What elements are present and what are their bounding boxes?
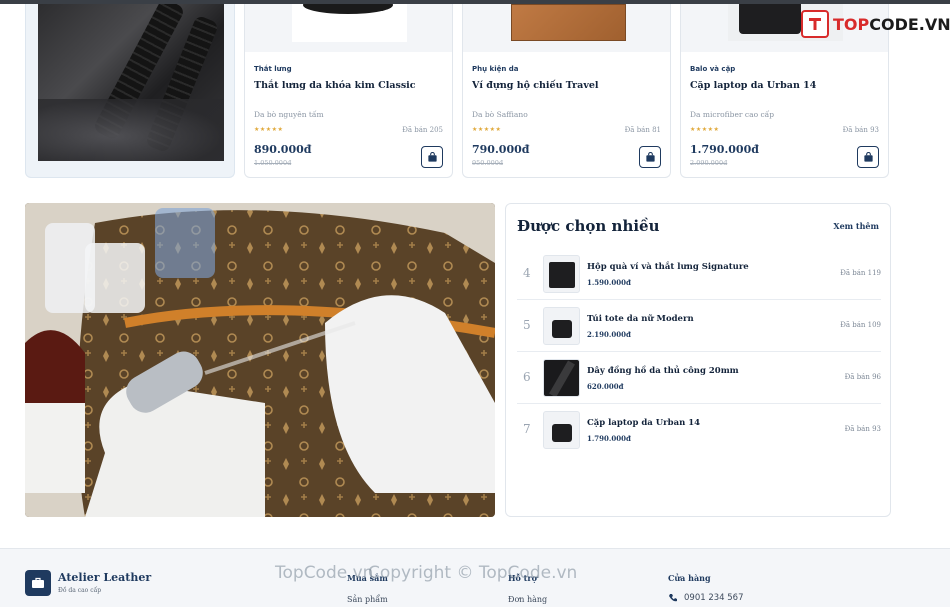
popular-rank: 5 — [523, 318, 531, 332]
popular-rank: 6 — [523, 370, 531, 384]
product-price: 1.790.000đ — [690, 143, 759, 156]
footer-tagline: Đồ da cao cấp — [58, 587, 102, 594]
popular-item[interactable]: 7 Cặp laptop da Urban 14 1.790.000đ Đã b… — [517, 404, 881, 456]
product-price: 790.000đ — [472, 143, 530, 156]
site-footer: Atelier Leather Đồ da cao cấp Mua sắm Sả… — [0, 548, 950, 607]
footer-link-orders[interactable]: Đơn hàng — [508, 595, 547, 604]
popular-sold: Đã bán 93 — [844, 425, 881, 433]
popular-sold: Đã bán 119 — [840, 269, 881, 277]
rating-stars: ★★★★★ — [254, 126, 284, 133]
rating-stars: ★★★★★ — [690, 126, 720, 133]
popular-rank: 7 — [523, 422, 531, 436]
popular-price: 620.000đ — [587, 382, 624, 391]
watermark-text-center: Copyright © TopCode.vn — [368, 563, 578, 583]
watch-strap-image — [38, 4, 224, 161]
product-name[interactable]: Cặp laptop da Urban 14 — [690, 80, 816, 91]
footer-phone[interactable]: 0901 234 567 — [668, 593, 743, 603]
see-more-link[interactable]: Xem thêm — [833, 221, 879, 231]
add-to-cart-button[interactable] — [421, 146, 443, 168]
briefcase-icon[interactable] — [25, 570, 51, 596]
product-material: Da bò nguyên tấm — [254, 110, 324, 119]
popular-item[interactable]: 6 Dây đồng hồ da thủ công 20mm 620.000đ … — [517, 352, 881, 404]
product-card[interactable]: Thắt lưng Thắt lưng da khóa kim Classic … — [244, 4, 453, 178]
sold-count: Đã bán 93 — [842, 126, 879, 134]
old-price: 950.000đ — [472, 159, 504, 167]
product-category[interactable]: Balo và cặp — [690, 65, 735, 73]
product-image — [463, 4, 670, 52]
rating-stars: ★★★★★ — [472, 126, 502, 133]
popular-price: 2.190.000đ — [587, 330, 631, 339]
old-price: 2.090.000đ — [690, 159, 728, 167]
popular-item[interactable]: 5 Túi tote da nữ Modern 2.190.000đ Đã bá… — [517, 300, 881, 352]
popular-name[interactable]: Dây đồng hồ da thủ công 20mm — [587, 366, 739, 376]
product-price: 890.000đ — [254, 143, 312, 156]
popular-name[interactable]: Túi tote da nữ Modern — [587, 314, 694, 324]
product-category[interactable]: Phụ kiện da — [472, 65, 519, 73]
popular-thumbnail — [543, 411, 580, 449]
bag-icon — [863, 151, 873, 162]
product-row: Thắt lưng Thắt lưng da khóa kim Classic … — [25, 4, 891, 178]
old-price: 1.050.000đ — [254, 159, 292, 167]
footer-col-store-title: Cửa hàng — [668, 573, 711, 583]
leather-restoration-image — [25, 203, 495, 517]
topcode-logo-icon — [801, 10, 829, 38]
popular-name[interactable]: Cặp laptop da Urban 14 — [587, 418, 700, 428]
product-category[interactable]: Thắt lưng — [254, 65, 292, 73]
popular-sold: Đã bán 109 — [840, 321, 881, 329]
bag-icon — [645, 151, 655, 162]
popular-price: 1.790.000đ — [587, 434, 631, 443]
product-material: Da bò Saffiano — [472, 110, 528, 119]
phone-icon — [669, 594, 677, 602]
popular-name[interactable]: Hộp quà ví và thắt lưng Signature — [587, 262, 749, 272]
product-image — [245, 4, 452, 52]
sold-count: Đã bán 81 — [624, 126, 661, 134]
popular-item[interactable]: 4 Hộp quà ví và thắt lưng Signature 1.59… — [517, 248, 881, 300]
footer-link-products[interactable]: Sản phẩm — [347, 595, 388, 604]
topcode-watermark-logo: TOPCODE.VN — [801, 10, 950, 38]
add-to-cart-button[interactable] — [639, 146, 661, 168]
footer-brand[interactable]: Atelier Leather — [58, 571, 151, 584]
product-card[interactable]: Phụ kiện da Ví đựng hộ chiếu Travel Da b… — [462, 4, 671, 178]
product-material: Da microfiber cao cấp — [690, 110, 775, 119]
popular-thumbnail — [543, 359, 580, 397]
bag-icon — [427, 151, 437, 162]
feature-card[interactable] — [25, 4, 235, 178]
popular-panel: Được chọn nhiều Xem thêm 4 Hộp quà ví và… — [505, 203, 891, 517]
watermark-text-left: TopCode.vn — [275, 563, 374, 583]
popular-sold: Đã bán 96 — [844, 373, 881, 381]
popular-thumbnail — [543, 307, 580, 345]
product-name[interactable]: Ví đựng hộ chiếu Travel — [472, 80, 599, 91]
popular-price: 1.590.000đ — [587, 278, 631, 287]
popular-rank: 4 — [523, 266, 531, 280]
sold-count: Đã bán 205 — [402, 126, 443, 134]
product-name[interactable]: Thắt lưng da khóa kim Classic — [254, 80, 416, 91]
popular-thumbnail — [543, 255, 580, 293]
add-to-cart-button[interactable] — [857, 146, 879, 168]
popular-title: Được chọn nhiều — [517, 217, 660, 235]
